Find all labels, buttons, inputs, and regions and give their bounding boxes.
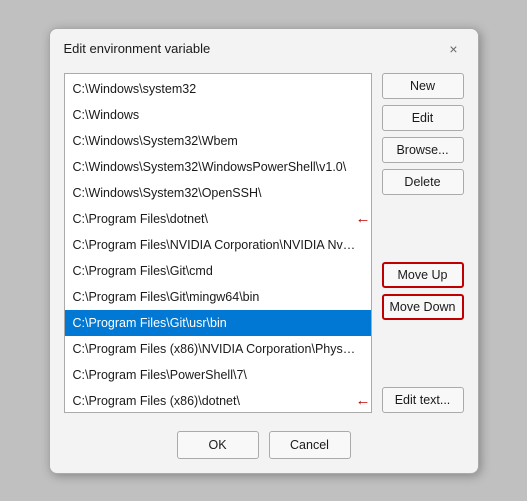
env-variable-list[interactable]: C:\Windows\system32C:\WindowsC:\Windows\…	[64, 73, 372, 413]
list-item-text: C:\Windows\system32	[65, 76, 371, 102]
dialog-body: C:\Windows\system32C:\WindowsC:\Windows\…	[50, 67, 478, 425]
list-item-text: C:\Program Files\Git\cmd	[65, 258, 371, 284]
list-item-text: C:\Windows\System32\OpenSSH\	[65, 180, 371, 206]
list-item[interactable]: C:\Program Files\Git\cmd	[65, 258, 371, 284]
move-down-button[interactable]: Move Down	[382, 294, 464, 320]
list-item[interactable]: C:\Windows\system32	[65, 76, 371, 102]
cancel-button[interactable]: Cancel	[269, 431, 351, 459]
list-item-text: C:\Windows\System32\Wbem	[65, 128, 371, 154]
list-item[interactable]: C:\Program Files (x86)\NVIDIA Corporatio…	[65, 336, 371, 362]
arrow-annotation-icon: ←	[356, 392, 371, 409]
arrow-annotation-icon: ←	[356, 210, 371, 227]
dialog-footer: OK Cancel	[50, 425, 478, 473]
browse-button[interactable]: Browse...	[382, 137, 464, 163]
list-item[interactable]: C:\Program Files\NVIDIA Corporation\NVID…	[65, 232, 371, 258]
list-item-text: C:\Program Files\PowerShell\7\	[65, 362, 371, 388]
list-item-text: C:\Program Files\dotnet\	[65, 206, 352, 232]
edit-text-button[interactable]: Edit text...	[382, 387, 464, 413]
ok-button[interactable]: OK	[177, 431, 259, 459]
list-item[interactable]: C:\Windows\System32\Wbem	[65, 128, 371, 154]
list-item-text: C:\Windows\System32\WindowsPowerShell\v1…	[65, 154, 371, 180]
list-item[interactable]: C:\Windows	[65, 102, 371, 128]
list-item[interactable]: C:\Windows\System32\OpenSSH\	[65, 180, 371, 206]
list-item-text: C:\Program Files\NVIDIA Corporation\NVID…	[65, 232, 371, 258]
move-up-button[interactable]: Move Up	[382, 262, 464, 288]
delete-button[interactable]: Delete	[382, 169, 464, 195]
list-item[interactable]: C:\Program Files\Git\usr\bin	[65, 310, 371, 336]
list-item-text: C:\Windows	[65, 102, 371, 128]
edit-env-variable-dialog: Edit environment variable × C:\Windows\s…	[49, 28, 479, 474]
edit-button[interactable]: Edit	[382, 105, 464, 131]
close-button[interactable]: ×	[444, 39, 464, 59]
list-item-text: C:\Program Files (x86)\NVIDIA Corporatio…	[65, 336, 371, 362]
dialog-title: Edit environment variable	[64, 41, 211, 56]
list-item[interactable]: C:\Program Files\Git\mingw64\bin	[65, 284, 371, 310]
list-item[interactable]: C:\Program Files\dotnet\←	[65, 206, 371, 232]
list-item-text: C:\Program Files\Git\usr\bin	[65, 310, 371, 336]
list-item[interactable]: C:\Windows\System32\WindowsPowerShell\v1…	[65, 154, 371, 180]
list-item[interactable]: C:\Program Files\PowerShell\7\	[65, 362, 371, 388]
title-bar: Edit environment variable ×	[50, 29, 478, 67]
list-item[interactable]: C:\Program Files (x86)\dotnet\←	[65, 388, 371, 413]
action-buttons: New Edit Browse... Delete Move Up Move D…	[382, 73, 464, 413]
list-item-text: C:\Program Files (x86)\dotnet\	[65, 388, 352, 413]
new-button[interactable]: New	[382, 73, 464, 99]
list-item-text: C:\Program Files\Git\mingw64\bin	[65, 284, 371, 310]
